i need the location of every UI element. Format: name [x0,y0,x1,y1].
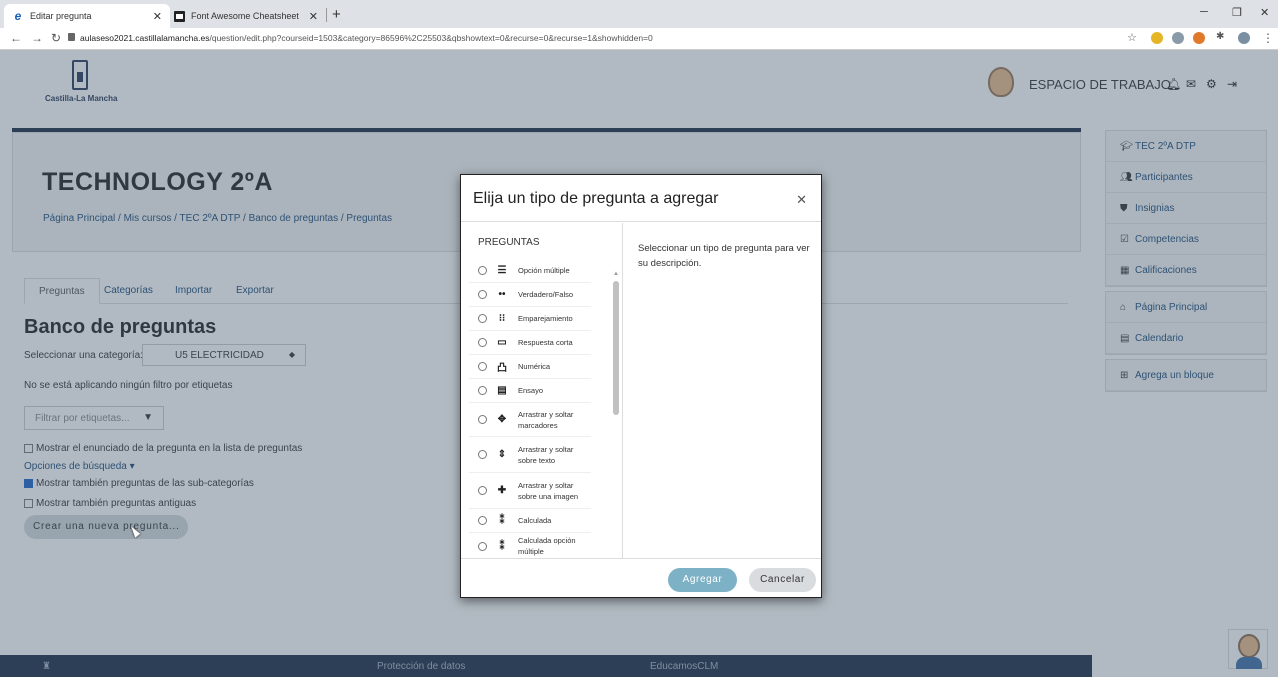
list-item[interactable]: •• Verdadero/Falso [469,283,591,307]
extensions-puzzle-icon[interactable]: ✱ [1216,31,1224,42]
question-type-label: Arrastrar y soltar sobre texto [518,444,574,465]
back-icon[interactable]: ← [10,31,22,45]
drag-image-icon: ✚ [497,485,507,496]
tab-font-awesome[interactable]: Font Awesome Cheatsheet ✕ [166,4,326,28]
recycle-extension-icon[interactable] [1172,32,1184,44]
scroll-up-icon[interactable]: ▲ [613,271,619,277]
question-type-label: Calculada opción múltiple [518,536,576,556]
list-item[interactable]: ⁑ Calculada [469,509,591,533]
edge-icon: e [14,9,22,23]
dots-icon: •• [498,289,506,300]
radio-button[interactable] [478,386,487,395]
essay-icon: ▤ [497,385,507,396]
list-item[interactable]: ⁝⁝ Emparejamiento [469,307,591,331]
question-type-list: PREGUNTAS ☰ Opción múltiple •• Verdadero/F… [461,223,622,558]
question-type-label: Verdadero/Falso [518,290,574,299]
restore-icon[interactable]: ❐ [1232,6,1242,19]
close-tab-icon[interactable]: ✕ [309,10,318,23]
url-host: aulaseso2021.castillalamancha.es [80,33,210,43]
dialog-header: Elija un tipo de pregunta a agregar ✕ [461,175,821,222]
radio-button[interactable] [478,450,487,459]
list-icon: ☰ [497,265,507,276]
question-type-label: Opción múltiple [518,266,570,275]
list-item[interactable]: ⁑ Calculada opción múltiple [469,533,591,558]
tab-title: Font Awesome Cheatsheet [191,11,299,21]
list-item[interactable]: ▭ Respuesta corta [469,331,591,355]
calculated-multi-icon: ⁑ [499,540,505,552]
close-tab-icon[interactable]: ✕ [153,10,162,23]
profile-icon[interactable] [1238,32,1250,44]
calculated-icon: ⁑ [499,515,505,526]
list-item[interactable]: ✥ Arrastrar y soltar marcadores [469,403,591,437]
description-text: Seleccionar un tipo de pregunta para ver… [638,243,810,269]
tab-editar-pregunta[interactable]: e Editar pregunta ✕ [4,4,170,28]
radio-button[interactable] [478,314,487,323]
url-path: /question/edit.php?courseid=1503&categor… [209,33,653,43]
radio-button[interactable] [478,338,487,347]
short-answer-icon: ▭ [497,337,507,348]
numeric-icon: 凸 [497,363,507,374]
list-item[interactable]: ▤ Ensayo [469,379,591,403]
dialog-title: Elija un tipo de pregunta a agregar [473,190,719,207]
radio-button[interactable] [478,486,487,495]
radio-button[interactable] [478,266,487,275]
font-awesome-icon [174,10,185,22]
question-type-label: Calculada [518,516,552,525]
list-item[interactable]: ☰ Opción múltiple [469,259,591,283]
question-type-label: Arrastrar y soltar sobre una imagen [518,480,579,501]
reload-icon[interactable]: ↻ [51,31,61,45]
dialog-footer: Agregar Cancelar [461,558,821,597]
list-item[interactable]: 凸 Numérica [469,355,591,379]
shield-extension-icon[interactable] [1193,32,1205,44]
tab-title: Editar pregunta [30,11,92,21]
radio-button[interactable] [478,290,487,299]
question-type-label: Ensayo [518,386,544,395]
tab-separator [326,8,327,22]
list-scrollbar[interactable] [613,281,619,415]
forward-icon[interactable]: → [31,31,43,45]
radio-button[interactable] [478,541,487,551]
drag-text-icon: ⇕ [497,449,507,460]
drag-markers-icon: ✥ [497,414,507,425]
url-field[interactable]: aulaseso2021.castillalamancha.es/questio… [80,33,653,43]
description-pane: Seleccionar un tipo de pregunta para ver… [622,223,821,558]
question-type-label: Respuesta corta [518,338,573,347]
bookmark-star-icon[interactable]: ☆ [1127,31,1137,44]
address-bar: ← → ↻ aulaseso2021.castillalamancha.es/q… [0,28,1278,50]
list-item[interactable]: ✚ Arrastrar y soltar sobre una imagen [469,473,591,509]
question-section-header: PREGUNTAS [478,237,540,248]
lock-icon [68,33,75,41]
radio-button[interactable] [478,415,487,424]
question-type-label: Arrastrar y soltar marcadores [518,409,574,430]
question-type-label: Emparejamiento [518,314,573,323]
browser-tab-bar: e Editar pregunta ✕ Font Awesome Cheatsh… [0,0,1278,28]
close-icon[interactable]: ✕ [796,192,807,208]
radio-button[interactable] [478,516,487,525]
extension-icon[interactable] [1151,32,1163,44]
cancel-button[interactable]: Cancelar [749,568,816,592]
close-window-icon[interactable]: ✕ [1260,6,1269,19]
minimize-icon[interactable]: ─ [1200,6,1208,18]
add-button[interactable]: Agregar [668,568,737,592]
question-type-dialog: Elija un tipo de pregunta a agregar ✕ PR… [460,174,822,598]
new-tab-icon[interactable]: + [332,6,341,23]
list-item[interactable]: ⇕ Arrastrar y soltar sobre texto [469,437,591,473]
radio-button[interactable] [478,362,487,371]
matching-icon: ⁝⁝ [498,313,506,324]
question-type-label: Numérica [518,362,551,371]
menu-dots-icon[interactable]: ⋮ [1262,31,1274,45]
